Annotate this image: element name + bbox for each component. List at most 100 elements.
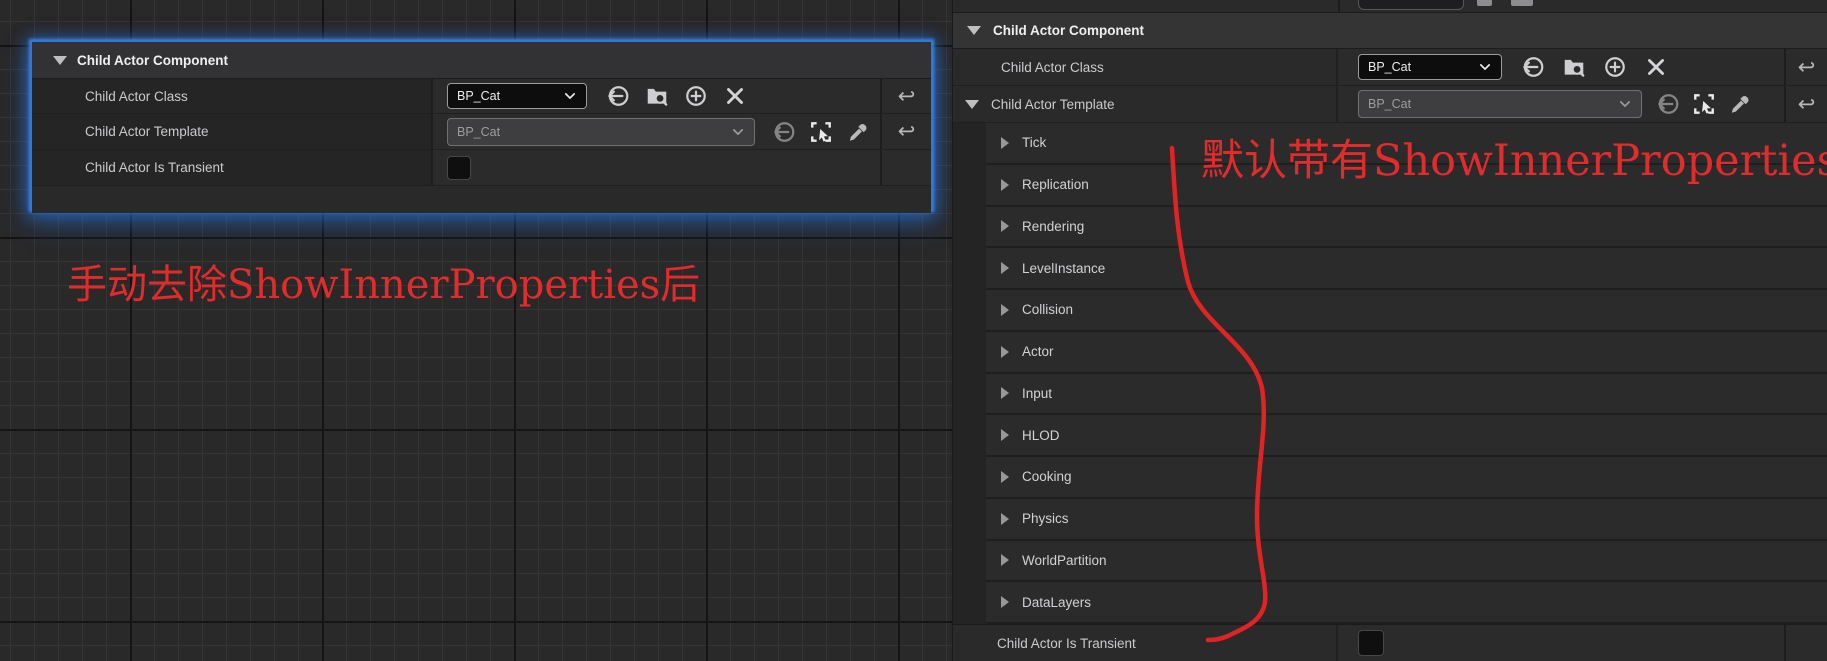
annotation-right: 默认带有ShowInnerProperties [1201, 126, 1827, 188]
expand-arrow-icon[interactable] [1001, 220, 1009, 232]
category-label: Input [1022, 386, 1052, 401]
category-row[interactable]: WorldPartition [986, 541, 1827, 583]
property-value-cell: BP_Cat [433, 114, 880, 149]
property-value-cell: BP_Cat [433, 79, 880, 113]
property-name-cell: Child Actor Is Transient [32, 150, 433, 185]
reset-to-default-icon[interactable]: ↩ [1798, 57, 1816, 78]
transient-checkbox[interactable] [1358, 630, 1384, 656]
category-label: Tick [1022, 135, 1046, 150]
expand-arrow-icon[interactable] [1001, 137, 1009, 149]
category-label: HLOD [1022, 428, 1060, 443]
pick-object-icon[interactable] [1692, 92, 1716, 116]
annotation-left: 手动去除ShowInnerProperties后 [67, 252, 700, 310]
property-row-child-actor-class: Child Actor Class BP_Cat [953, 49, 1827, 86]
category-row[interactable]: LevelInstance [986, 248, 1827, 290]
chevron-down-icon [1618, 97, 1632, 111]
expand-arrow-icon[interactable] [1001, 387, 1009, 399]
dropdown-value: BP_Cat [457, 125, 500, 139]
chevron-down-icon [1478, 60, 1492, 74]
property-name-cell: Child Actor Class [953, 49, 1338, 85]
expand-arrow-icon[interactable] [1001, 262, 1009, 274]
reset-cell [880, 150, 931, 185]
pick-object-icon[interactable] [809, 120, 833, 144]
expand-arrow-icon[interactable] [1001, 304, 1009, 316]
reset-cell: ↩ [880, 79, 931, 113]
property-row-child-actor-is-transient: Child Actor Is Transient [32, 150, 931, 186]
category-title: Child Actor Component [77, 53, 228, 68]
use-selected-icon[interactable] [1521, 55, 1545, 79]
expand-arrow-icon[interactable] [1001, 513, 1009, 525]
category-row[interactable]: Actor [986, 332, 1827, 374]
browse-to-asset-icon[interactable] [645, 84, 669, 108]
child-actor-template-dropdown[interactable]: BP_Cat [1358, 90, 1642, 118]
eyedropper-icon[interactable] [846, 120, 870, 144]
collapse-arrow-icon[interactable] [967, 26, 981, 35]
left-details-panel: Child Actor Component Child Actor Class … [30, 40, 933, 211]
category-label: LevelInstance [1022, 261, 1105, 276]
property-name-cell: Child Actor Is Transient [953, 625, 1338, 661]
unreal-editor-screenshot: Child Actor Component Child Actor Class … [0, 0, 1827, 661]
clear-icon[interactable] [723, 84, 747, 108]
collapse-arrow-icon[interactable] [53, 56, 67, 65]
use-selected-icon[interactable] [772, 120, 796, 144]
category-row[interactable]: HLOD [986, 415, 1827, 457]
add-new-asset-icon[interactable] [1603, 55, 1627, 79]
expand-arrow-icon[interactable] [1001, 179, 1009, 191]
chevron-down-icon [563, 89, 577, 103]
property-row-child-actor-template: Child Actor Template BP_Cat [953, 86, 1827, 123]
dropdown-value: BP_Cat [1368, 97, 1411, 111]
property-label: Child Actor Class [85, 89, 188, 104]
use-selected-icon[interactable] [1656, 92, 1680, 116]
category-list: Tick Replication Rendering LevelInstance… [953, 123, 1827, 624]
category-row[interactable]: Cooking [986, 457, 1827, 499]
expand-arrow-icon[interactable] [1001, 429, 1009, 441]
property-value-cell: BP_Cat [1338, 86, 1784, 122]
category-title: Child Actor Component [993, 23, 1144, 38]
expand-arrow-icon[interactable] [1001, 554, 1009, 566]
child-actor-class-dropdown[interactable]: BP_Cat [447, 83, 587, 109]
reset-to-default-icon[interactable]: ↩ [1798, 94, 1816, 115]
property-name-cell: Child Actor Template [953, 86, 1338, 122]
child-actor-class-dropdown[interactable]: BP_Cat [1358, 54, 1502, 80]
reset-cell [1784, 625, 1827, 661]
reset-to-default-icon[interactable]: ↩ [898, 121, 916, 142]
property-name-cell: Child Actor Class [32, 79, 433, 113]
transient-checkbox[interactable] [447, 156, 471, 180]
category-label: Rendering [1022, 219, 1084, 234]
category-label: Physics [1022, 511, 1069, 526]
property-row-child-actor-template: Child Actor Template BP_Cat [32, 114, 931, 150]
browse-to-asset-icon[interactable] [1562, 55, 1586, 79]
reset-cell: ↩ [1784, 49, 1827, 85]
dropdown-value: BP_Cat [457, 89, 500, 103]
property-value-cell: BP_Cat [1338, 49, 1784, 85]
category-row[interactable]: Input [986, 374, 1827, 416]
collapse-arrow-icon[interactable] [965, 100, 979, 109]
category-row[interactable]: Collision [986, 290, 1827, 332]
category-row[interactable]: Rendering [986, 207, 1827, 249]
expand-arrow-icon[interactable] [1001, 596, 1009, 608]
expand-arrow-icon[interactable] [1001, 471, 1009, 483]
property-label: Child Actor Class [1001, 60, 1104, 75]
property-label: Child Actor Template [85, 124, 209, 139]
clear-icon[interactable] [1644, 55, 1668, 79]
expand-arrow-icon[interactable] [1001, 346, 1009, 358]
category-row[interactable]: DataLayers [986, 582, 1827, 624]
property-label: Child Actor Template [991, 97, 1115, 112]
reset-to-default-icon[interactable]: ↩ [898, 86, 916, 107]
property-row-child-actor-class: Child Actor Class BP_Cat [32, 79, 931, 114]
category-row[interactable]: Physics [986, 499, 1827, 541]
clipped-input-field[interactable] [1358, 0, 1464, 10]
clipped-icon [1511, 0, 1533, 6]
property-value-cell [433, 150, 880, 185]
eyedropper-icon[interactable] [1728, 92, 1752, 116]
add-new-asset-icon[interactable] [684, 84, 708, 108]
right-category-header[interactable]: Child Actor Component [953, 13, 1827, 49]
reset-cell: ↩ [880, 114, 931, 149]
property-row-child-actor-is-transient: Child Actor Is Transient [953, 624, 1827, 661]
left-category-header[interactable]: Child Actor Component [32, 42, 931, 79]
use-selected-icon[interactable] [606, 84, 630, 108]
child-actor-template-dropdown[interactable]: BP_Cat [447, 118, 755, 146]
category-label: Actor [1022, 344, 1054, 359]
column-divider [1338, 0, 1340, 12]
right-details-panel: Child Actor Component Child Actor Class … [952, 0, 1827, 661]
